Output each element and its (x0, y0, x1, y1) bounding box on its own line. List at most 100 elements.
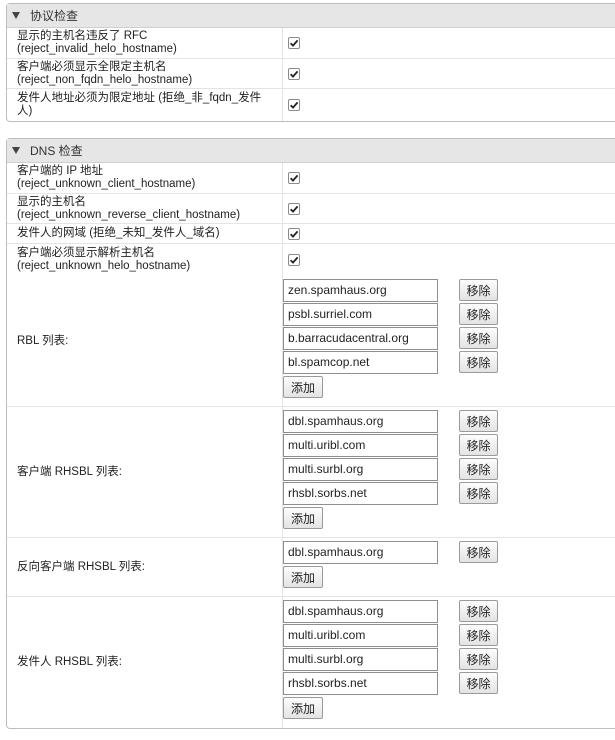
option-value-cell (283, 194, 615, 223)
list-row: RBL 列表: zen.spamhaus.org 移除 psbl.surriel.co… (7, 276, 615, 407)
list-label: 发件人 RHSBL 列表: (7, 597, 283, 728)
option-row: 客户端必须显示全限定主机名 (reject_non_fqdn_helo_hostn… (7, 59, 615, 89)
option-parameter-text: (reject_unknown_reverse_client_hostname) (17, 208, 241, 221)
list-entry: multi.uribl.com 移除 (283, 623, 615, 647)
list-editor: zen.spamhaus.org 移除 psbl.surriel.com 移除 b.ba… (283, 276, 615, 406)
remove-button[interactable]: 移除 (459, 482, 498, 504)
checkbox[interactable] (288, 67, 300, 80)
checkbox[interactable] (288, 227, 300, 240)
list-entry-input[interactable]: rhsbl.sorbs.net (283, 481, 438, 505)
option-parameter-text: (reject_unknown_client_hostname) (17, 178, 196, 190)
list-row: 发件人 RHSBL 列表: dbl.spamhaus.org 移除 multi.uri… (7, 597, 615, 728)
list-label: 反向客户端 RHSBL 列表: (7, 538, 283, 596)
option-value-cell (283, 28, 615, 58)
option-label: 客户端必须显示全限定主机名 (reject_non_fqdn_helo_hostn… (7, 59, 283, 88)
remove-button[interactable]: 移除 (459, 458, 498, 480)
list-entry-input[interactable]: multi.uribl.com (283, 433, 438, 457)
add-button[interactable]: 添加 (283, 566, 323, 588)
remove-button[interactable]: 移除 (459, 624, 498, 646)
option-label: 发件人地址必须为限定地址 (拒绝_非_fqdn_发件 人) (7, 89, 283, 121)
checkbox[interactable] (288, 254, 300, 266)
list-entry: dbl.spamhaus.org 移除 (283, 540, 615, 564)
list-entry: bl.spamcop.net 移除 (283, 350, 615, 374)
list-entry: b.barracudacentral.org 移除 (283, 326, 615, 350)
option-value-cell (283, 224, 615, 243)
checkbox[interactable] (288, 172, 300, 184)
dns-check-header[interactable]: DNS 检查 (7, 139, 615, 163)
dns-check-title: DNS 检查 (30, 144, 83, 158)
protocol-check-header[interactable]: 协议检查 (7, 4, 615, 28)
list-entry: multi.surbl.org 移除 (283, 457, 615, 481)
option-row: 客户端的 IP 地址 (reject_unknown_client_hostnam… (7, 163, 615, 194)
option-row: 客户端必须显示解析主机名 (reject_unknown_helo_hostnam… (7, 244, 615, 276)
list-entry-input[interactable]: multi.surbl.org (283, 457, 438, 481)
list-entry: zen.spamhaus.org 移除 (283, 278, 615, 302)
list-entry-input[interactable]: multi.uribl.com (283, 623, 438, 647)
option-row: 显示的主机名 (reject_unknown_reverse_client_hos… (7, 194, 615, 224)
list-editor: dbl.spamhaus.org 移除 multi.uribl.com 移除 multi… (283, 407, 615, 537)
add-button[interactable]: 添加 (283, 697, 323, 719)
option-label-text: 客户端的 IP 地址 (17, 165, 104, 177)
option-value-cell (283, 89, 615, 121)
option-parameter-text: (reject_invalid_helo_hostname) (17, 43, 177, 55)
remove-button[interactable]: 移除 (459, 303, 498, 325)
option-label: 显示的主机名违反了 RFC (reject_invalid_helo_hostna… (7, 28, 283, 58)
option-label: 客户端必须显示解析主机名 (reject_unknown_helo_hostnam… (7, 244, 283, 276)
list-entry-input[interactable]: dbl.spamhaus.org (283, 540, 438, 564)
add-button[interactable]: 添加 (283, 507, 323, 529)
remove-button[interactable]: 移除 (459, 351, 498, 373)
remove-button[interactable]: 移除 (459, 327, 498, 349)
list-entry: rhsbl.sorbs.net 移除 (283, 481, 615, 505)
remove-button[interactable]: 移除 (459, 600, 498, 622)
checkbox[interactable] (288, 37, 300, 49)
list-entry: dbl.spamhaus.org 移除 (283, 409, 615, 433)
list-label-text: 发件人 RHSBL 列表: (17, 656, 123, 668)
list-entry: psbl.surriel.com 移除 (283, 302, 615, 326)
option-value-cell (283, 163, 615, 193)
option-parameter-text: (reject_non_fqdn_helo_hostname) (17, 73, 193, 86)
remove-button[interactable]: 移除 (459, 434, 498, 456)
list-editor: dbl.spamhaus.org 移除添加 (283, 538, 615, 596)
option-label: 发件人的网域 (拒绝_未知_发件人_域名) (7, 224, 283, 243)
collapse-triangle-icon[interactable] (12, 12, 20, 19)
collapse-triangle-icon[interactable] (12, 147, 20, 154)
list-row: 客户端 RHSBL 列表: dbl.spamhaus.org 移除 multi.uri… (7, 407, 615, 538)
remove-button[interactable]: 移除 (459, 279, 498, 301)
option-label-text: 发件人地址必须为限定地址 (拒绝_非_fqdn_发件 (17, 92, 262, 104)
list-label-text: 客户端 RHSBL 列表: (17, 465, 123, 478)
option-parameter-text: (reject_unknown_helo_hostname) (17, 260, 191, 272)
remove-button[interactable]: 移除 (459, 541, 498, 563)
option-value-cell (283, 59, 615, 88)
remove-button[interactable]: 移除 (459, 648, 498, 670)
list-row: 反向客户端 RHSBL 列表: dbl.spamhaus.org 移除添加 (7, 538, 615, 597)
checkbox[interactable] (288, 99, 300, 111)
option-value-cell (283, 244, 615, 276)
list-label: 客户端 RHSBL 列表: (7, 407, 283, 537)
list-entry-input[interactable]: zen.spamhaus.org (283, 278, 438, 302)
protocol-check-title: 协议检查 (30, 9, 79, 23)
list-entry-input[interactable]: bl.spamcop.net (283, 350, 438, 374)
option-label-text: 客户端必须显示全限定主机名 (17, 60, 167, 73)
list-label: RBL 列表: (7, 276, 283, 406)
remove-button[interactable]: 移除 (459, 410, 498, 432)
list-entry-input[interactable]: rhsbl.sorbs.net (283, 671, 438, 695)
option-label-text: 客户端必须显示解析主机名 (17, 247, 155, 259)
list-entry-input[interactable]: psbl.surriel.com (283, 302, 438, 326)
list-editor: dbl.spamhaus.org 移除 multi.uribl.com 移除 multi… (283, 597, 615, 728)
add-button[interactable]: 添加 (283, 376, 323, 398)
option-row: 发件人的网域 (拒绝_未知_发件人_域名) (7, 224, 615, 244)
option-label-text: 显示的主机名违反了 RFC (17, 30, 148, 42)
checkbox[interactable] (288, 202, 300, 215)
list-entry-input[interactable]: multi.surbl.org (283, 647, 438, 671)
list-entry: multi.surbl.org 移除 (283, 647, 615, 671)
remove-button[interactable]: 移除 (459, 672, 498, 694)
dns-check-panel: DNS 检查 客户端的 IP 地址 (reject_unknown_client_… (6, 138, 615, 729)
list-label-text: 反向客户端 RHSBL 列表: (17, 560, 146, 573)
list-entry: dbl.spamhaus.org 移除 (283, 599, 615, 623)
list-entry-input[interactable]: dbl.spamhaus.org (283, 599, 438, 623)
list-entry: multi.uribl.com 移除 (283, 433, 615, 457)
option-parameter-text: 人) (17, 105, 33, 117)
option-label-text: 显示的主机名 (17, 195, 86, 208)
list-entry-input[interactable]: b.barracudacentral.org (283, 326, 438, 350)
list-entry-input[interactable]: dbl.spamhaus.org (283, 409, 438, 433)
